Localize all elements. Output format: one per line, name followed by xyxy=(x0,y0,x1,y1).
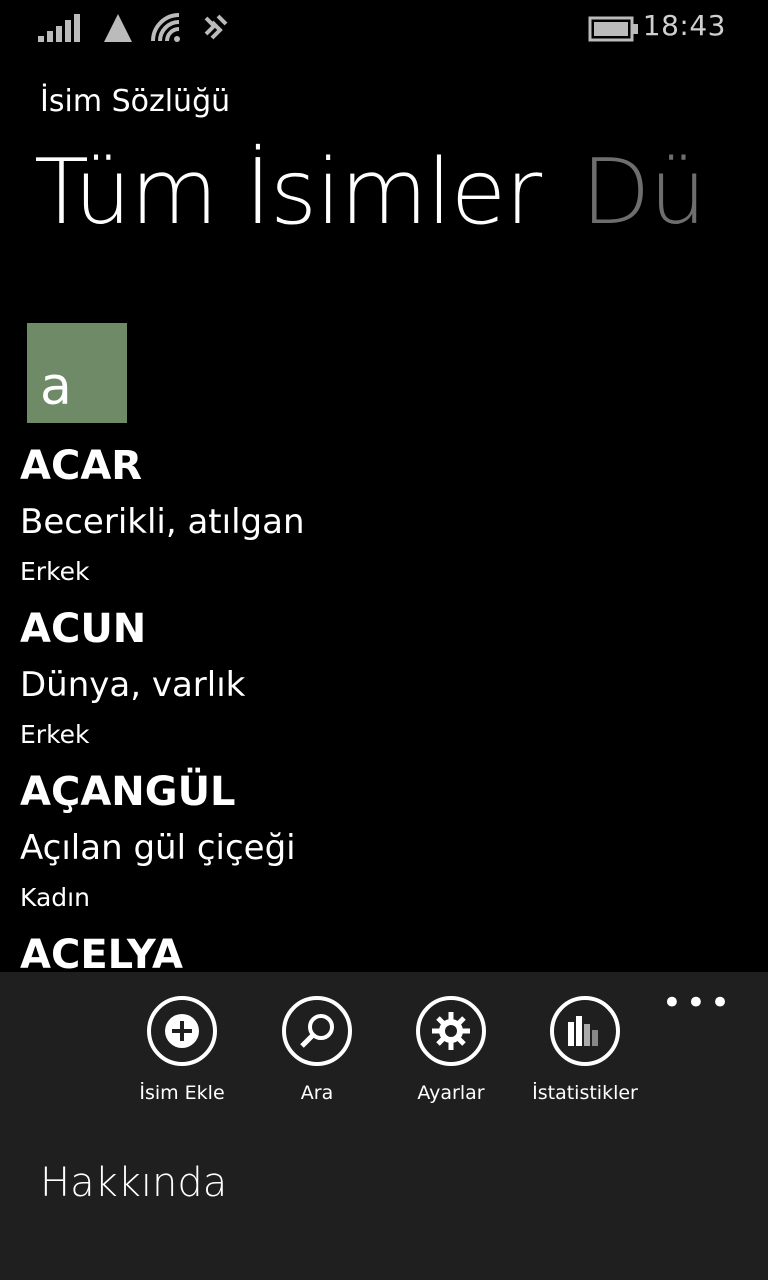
name-gender: Erkek xyxy=(20,720,90,749)
stats-icon xyxy=(568,1016,598,1046)
wifi-icon xyxy=(151,13,180,42)
menu-item-about[interactable]: Hakkında xyxy=(40,1160,227,1206)
search-button[interactable]: Ara xyxy=(250,996,384,1104)
battery-icon xyxy=(588,16,638,42)
add-icon xyxy=(165,1014,199,1048)
add-name-label: İsim Ekle xyxy=(139,1082,225,1104)
statistics-label: İstatistikler xyxy=(532,1082,638,1104)
settings-icon xyxy=(432,1012,470,1050)
pivot-header: Tüm İsimler Dü xyxy=(34,140,706,245)
name-title: ACAR xyxy=(20,443,143,489)
name-meaning: Dünya, varlık xyxy=(20,665,246,705)
add-name-button[interactable]: İsim Ekle xyxy=(115,996,249,1104)
name-gender: Erkek xyxy=(20,557,90,586)
name-meaning: Açılan gül çiçeği xyxy=(20,828,296,868)
name-title: AÇANGÜL xyxy=(20,769,236,815)
group-letter: a xyxy=(40,357,72,417)
search-icon xyxy=(300,1014,334,1048)
name-meaning: Becerikli, atılgan xyxy=(20,502,305,542)
name-gender: Kadın xyxy=(20,883,90,912)
pivot-tab-all-names[interactable]: Tüm İsimler xyxy=(34,140,542,245)
status-bar: 18:43 xyxy=(0,0,768,56)
clock: 18:43 xyxy=(642,9,726,42)
search-label: Ara xyxy=(300,1082,334,1104)
list-item[interactable]: ACUN Dünya, varlık Erkek xyxy=(20,603,760,766)
data-icon xyxy=(104,14,132,42)
statistics-button[interactable]: İstatistikler xyxy=(518,996,652,1104)
list-item[interactable]: AÇANGÜL Açılan gül çiçeği Kadın xyxy=(20,766,760,929)
name-title: ACUN xyxy=(20,606,147,652)
nfc-icon xyxy=(204,14,228,40)
group-letter-tile[interactable]: a xyxy=(27,323,127,423)
more-button[interactable]: ••• xyxy=(662,986,734,1020)
app-bar: ••• İsim Ekle Ara Ayarlar İstatistikler … xyxy=(0,972,768,1280)
list-item[interactable]: ACAR Becerikli, atılgan Erkek xyxy=(20,440,760,603)
app-title: İsim Sözlüğü xyxy=(40,84,231,119)
settings-button[interactable]: Ayarlar xyxy=(384,996,518,1104)
settings-label: Ayarlar xyxy=(417,1082,485,1104)
signal-icon xyxy=(38,14,80,42)
pivot-tab-next[interactable]: Dü xyxy=(581,140,706,245)
